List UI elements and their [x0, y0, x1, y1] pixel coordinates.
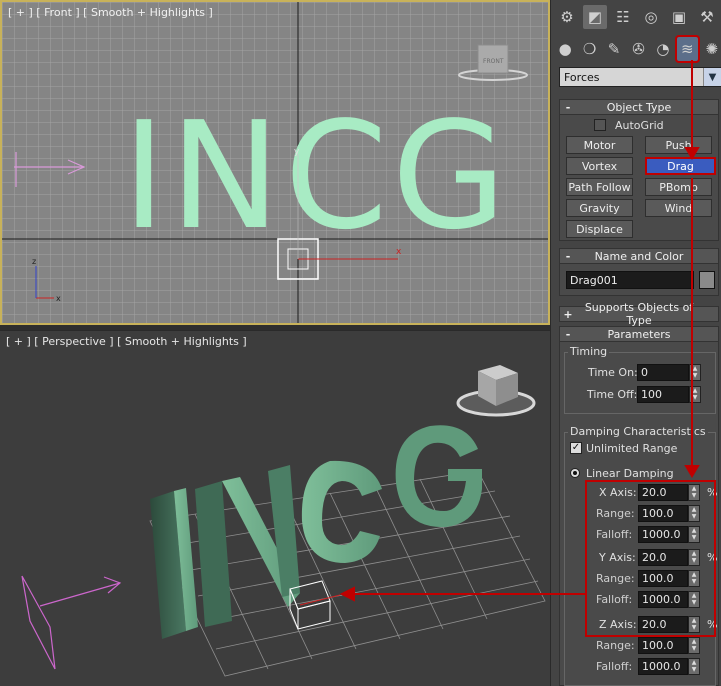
supports-objects-rollout-header[interactable]: + Supports Objects of Type	[559, 301, 719, 327]
push-button[interactable]: Push	[645, 136, 712, 154]
x-axis-label: X Axis:	[599, 486, 637, 499]
x-range-label: Range:	[596, 507, 635, 520]
timing-title: Timing	[568, 345, 610, 358]
command-panel: ⚙ ◩ ☷ ◎ ▣ ⚒ ● ❍ ✎ ✇ ◔ ≋ ✺ Forces ▼ - Obj…	[550, 0, 721, 686]
y-range-label: Range:	[596, 572, 635, 585]
object-name-field[interactable]: Drag001	[566, 271, 694, 289]
unlimited-range-checkbox[interactable]: ✓	[570, 442, 582, 454]
z-range-spinner[interactable]: 100.0 ▲ ▼	[638, 637, 700, 654]
svg-text:x: x	[56, 294, 61, 303]
hierarchy-tab-icon[interactable]: ☷	[611, 5, 635, 29]
timing-group	[564, 352, 716, 414]
object-color-swatch[interactable]	[699, 271, 715, 289]
z-axis-label: Z Axis:	[599, 618, 637, 631]
linear-damping-label: Linear Damping	[586, 467, 674, 480]
cameras-icon[interactable]: ✇	[628, 37, 648, 61]
gravity-button[interactable]: Gravity	[566, 199, 633, 217]
time-on-field[interactable]: 0	[637, 364, 689, 381]
space-warps-icon[interactable]: ≋	[675, 35, 700, 63]
parameters-rollout: Timing Time On: 0 ▲ ▼ Time Off: 100 ▲ ▼ Da…	[559, 342, 719, 686]
parameters-rollout-header[interactable]: - Parameters	[559, 326, 719, 342]
y-axis-spinner[interactable]: 20.0 ▲ ▼	[638, 549, 700, 566]
z-falloff-field[interactable]: 1000.0	[638, 658, 688, 675]
z-axis-spinner[interactable]: 20.0 ▲ ▼	[638, 616, 700, 633]
time-on-label: Time On:	[588, 366, 638, 379]
displace-button[interactable]: Displace	[566, 220, 633, 238]
name-color-rollout: Drag001	[559, 264, 719, 296]
display-tab-icon[interactable]: ▣	[667, 5, 691, 29]
geometry-sphere-icon[interactable]: ●	[555, 37, 575, 61]
x-falloff-spinner[interactable]: 1000.0 ▲ ▼	[638, 526, 700, 543]
y-falloff-label: Falloff:	[596, 593, 633, 606]
time-off-arrows[interactable]: ▲ ▼	[689, 386, 701, 403]
drag-button[interactable]: Drag	[645, 157, 716, 175]
front-viewport-label[interactable]: [ + ] [ Front ] [ Smooth + Highlights ]	[8, 6, 213, 19]
time-off-field[interactable]: 100	[637, 386, 689, 403]
object-type-rollout: AutoGrid Motor Push Vortex Drag Path Fol…	[559, 115, 719, 241]
linear-damping-radio[interactable]	[570, 468, 580, 478]
z-falloff-spinner[interactable]: 1000.0 ▲ ▼	[638, 658, 700, 675]
z-axis-percent: %	[707, 618, 718, 631]
command-panel-tabs: ⚙ ◩ ☷ ◎ ▣ ⚒	[551, 2, 721, 32]
x-axis-spinner[interactable]: 20.0 ▲ ▼	[638, 484, 700, 501]
autogrid-label: AutoGrid	[615, 119, 664, 132]
y-range-field[interactable]: 100.0	[638, 570, 688, 587]
y-falloff-field[interactable]: 1000.0	[638, 591, 688, 608]
utilities-hammer-icon[interactable]: ⚒	[695, 5, 719, 29]
front-text-incg: INCG	[122, 90, 510, 262]
z-falloff-label: Falloff:	[596, 660, 633, 673]
pbomb-button[interactable]: PBomb	[645, 178, 712, 196]
motion-tab-icon[interactable]: ◎	[639, 5, 663, 29]
perspective-viewcube-icon	[456, 365, 536, 417]
perspective-viewport-canvas	[21, 365, 546, 677]
x-range-field[interactable]: 100.0	[638, 505, 688, 522]
svg-text:z: z	[32, 257, 36, 266]
wind-button[interactable]: Wind	[645, 199, 712, 217]
perspective-viewport-label[interactable]: [ + ] [ Perspective ] [ Smooth + Highlig…	[6, 335, 247, 348]
create-category-tabs: ● ❍ ✎ ✇ ◔ ≋ ✺	[551, 34, 721, 64]
helpers-icon[interactable]: ◔	[653, 37, 673, 61]
settings-gear-icon[interactable]: ⚙	[555, 5, 579, 29]
x-axis-field[interactable]: 20.0	[638, 484, 688, 501]
y-axis-label: Y Axis:	[599, 551, 636, 564]
y-axis-percent: %	[707, 551, 718, 564]
create-tab-icon[interactable]: ◩	[583, 5, 607, 29]
x-falloff-label: Falloff:	[596, 528, 633, 541]
y-falloff-spinner[interactable]: 1000.0 ▲ ▼	[638, 591, 700, 608]
x-range-spinner[interactable]: 100.0 ▲ ▼	[638, 505, 700, 522]
svg-text:FRONT: FRONT	[483, 58, 504, 65]
front-viewport-canvas: INCG x y x z FRONT	[2, 2, 548, 323]
chevron-down-icon[interactable]: ▼	[703, 68, 721, 86]
front-viewport[interactable]: INCG x y x z FRONT [ + ] [ Front ] [ Smo…	[0, 0, 550, 325]
shapes-icon[interactable]: ❍	[579, 37, 599, 61]
y-range-spinner[interactable]: 100.0 ▲ ▼	[638, 570, 700, 587]
perspective-wind-gizmo	[21, 575, 122, 670]
unlimited-range-label: Unlimited Range	[586, 442, 678, 455]
time-off-spinner[interactable]: 100 ▲ ▼	[637, 386, 701, 403]
time-off-label: Time Off:	[587, 388, 638, 401]
autogrid-checkbox[interactable]	[594, 119, 606, 131]
motor-button[interactable]: Motor	[566, 136, 633, 154]
lights-icon[interactable]: ✎	[604, 37, 624, 61]
vortex-button[interactable]: Vortex	[566, 157, 633, 175]
systems-gear-icon[interactable]: ✺	[702, 37, 721, 61]
x-axis-percent: %	[707, 486, 718, 499]
object-type-rollout-header[interactable]: - Object Type	[559, 99, 719, 115]
z-axis-field[interactable]: 20.0	[638, 616, 688, 633]
path-follow-button[interactable]: Path Follow	[566, 178, 633, 196]
perspective-viewport[interactable]: [ + ] [ Perspective ] [ Smooth + Highlig…	[0, 330, 550, 686]
svg-text:x: x	[396, 247, 402, 257]
z-range-field[interactable]: 100.0	[638, 637, 688, 654]
category-dropdown[interactable]: Forces ▼	[559, 67, 721, 87]
damping-title: Damping Characteristics	[568, 425, 708, 438]
z-range-label: Range:	[596, 639, 635, 652]
time-on-spinner[interactable]: 0 ▲ ▼	[637, 364, 701, 381]
y-axis-field[interactable]: 20.0	[638, 549, 688, 566]
name-color-rollout-header[interactable]: - Name and Color	[559, 248, 719, 264]
x-falloff-field[interactable]: 1000.0	[638, 526, 688, 543]
time-on-arrows[interactable]: ▲ ▼	[689, 364, 701, 381]
svg-text:y: y	[294, 147, 300, 157]
